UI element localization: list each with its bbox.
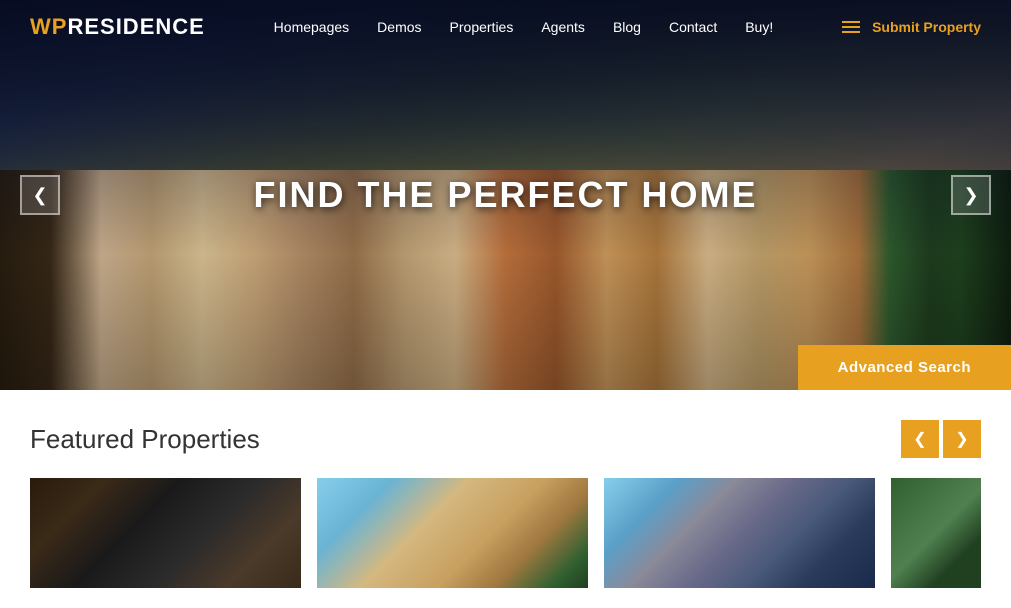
- property-card-2[interactable]: [317, 478, 588, 588]
- nav-agents[interactable]: Agents: [541, 19, 585, 35]
- nav-blog[interactable]: Blog: [613, 19, 641, 35]
- logo-residence: RESIDENCE: [67, 14, 204, 39]
- main-nav: Homepages Demos Properties Agents Blog C…: [274, 19, 774, 35]
- property-image-4: [891, 478, 981, 588]
- properties-grid: [30, 478, 981, 588]
- property-card-3[interactable]: [604, 478, 875, 588]
- nav-properties[interactable]: Properties: [450, 19, 514, 35]
- site-header: WPRESIDENCE Homepages Demos Properties A…: [0, 0, 1011, 54]
- section-header: Featured Properties ❮ ❯: [30, 420, 981, 458]
- property-nav-arrows: ❮ ❯: [901, 420, 981, 458]
- featured-properties-section: Featured Properties ❮ ❯: [0, 390, 1011, 608]
- section-title: Featured Properties: [30, 424, 260, 455]
- property-card-1[interactable]: [30, 478, 301, 588]
- hero-next-button[interactable]: ❯: [951, 175, 991, 215]
- properties-next-button[interactable]: ❯: [943, 420, 981, 458]
- submit-property-btn[interactable]: Submit Property: [842, 19, 981, 35]
- hero-title: FIND THE PERFECT HOME: [253, 174, 757, 216]
- nav-buy[interactable]: Buy!: [745, 19, 773, 35]
- nav-contact[interactable]: Contact: [669, 19, 717, 35]
- chevron-right-icon: ❯: [963, 185, 978, 206]
- nav-demos[interactable]: Demos: [377, 19, 421, 35]
- property-image-2: [317, 478, 588, 588]
- hamburger-icon: [842, 21, 860, 33]
- submit-property-label: Submit Property: [872, 19, 981, 35]
- property-image-1: [30, 478, 301, 588]
- site-logo[interactable]: WPRESIDENCE: [30, 14, 205, 40]
- hero-prev-button[interactable]: ❮: [20, 175, 60, 215]
- logo-wp: WP: [30, 14, 67, 39]
- chevron-left-icon: ❮: [32, 185, 47, 206]
- property-card-4[interactable]: [891, 478, 981, 588]
- properties-prev-button[interactable]: ❮: [901, 420, 939, 458]
- nav-homepages[interactable]: Homepages: [274, 19, 350, 35]
- hero-image: ❮ FIND THE PERFECT HOME ❯ Advanced Searc…: [0, 0, 1011, 390]
- hero-section: WPRESIDENCE Homepages Demos Properties A…: [0, 0, 1011, 390]
- advanced-search-button[interactable]: Advanced Search: [798, 345, 1011, 390]
- property-image-3: [604, 478, 875, 588]
